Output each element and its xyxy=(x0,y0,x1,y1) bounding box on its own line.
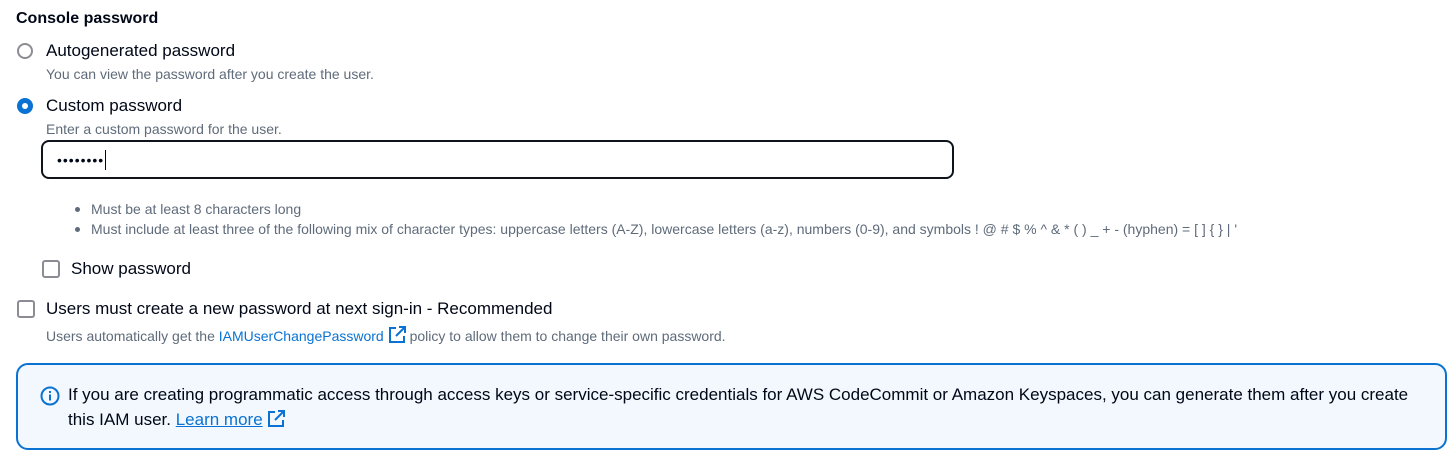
info-icon xyxy=(40,386,60,406)
requirement-item: Must include at least three of the follo… xyxy=(74,219,1237,239)
learn-more-link[interactable]: Learn more xyxy=(176,410,263,429)
policy-text-after: policy to allow them to change their own… xyxy=(409,328,726,344)
password-value: •••••••• xyxy=(57,151,105,168)
show-password-label[interactable]: Show password xyxy=(71,259,191,279)
require-password-reset-checkbox[interactable] xyxy=(17,300,35,318)
info-alert: If you are creating programmatic access … xyxy=(16,363,1447,450)
autogenerated-password-label[interactable]: Autogenerated password xyxy=(46,41,235,61)
require-password-reset-description: Users automatically get the IAMUserChang… xyxy=(46,326,726,344)
custom-password-input[interactable]: •••••••• xyxy=(41,140,954,179)
custom-password-label[interactable]: Custom password xyxy=(46,96,182,116)
autogenerated-password-description: You can view the password after you crea… xyxy=(46,66,374,82)
section-title: Console password xyxy=(16,10,159,27)
custom-password-description: Enter a custom password for the user. xyxy=(46,121,282,137)
policy-text-before: Users automatically get the xyxy=(46,328,215,344)
iam-user-change-password-link[interactable]: IAMUserChangePassword xyxy=(219,328,384,344)
custom-password-radio[interactable] xyxy=(17,98,33,114)
external-link-icon[interactable] xyxy=(267,410,285,428)
info-message: If you are creating programmatic access … xyxy=(68,382,1428,432)
text-caret xyxy=(105,149,107,170)
requirement-item: Must be at least 8 characters long xyxy=(74,199,1237,219)
external-link-icon[interactable] xyxy=(388,326,406,344)
require-password-reset-label[interactable]: Users must create a new password at next… xyxy=(46,299,552,319)
show-password-checkbox[interactable] xyxy=(42,260,60,278)
autogenerated-password-radio[interactable] xyxy=(17,43,33,59)
password-requirements-list: Must be at least 8 characters long Must … xyxy=(74,199,1237,239)
